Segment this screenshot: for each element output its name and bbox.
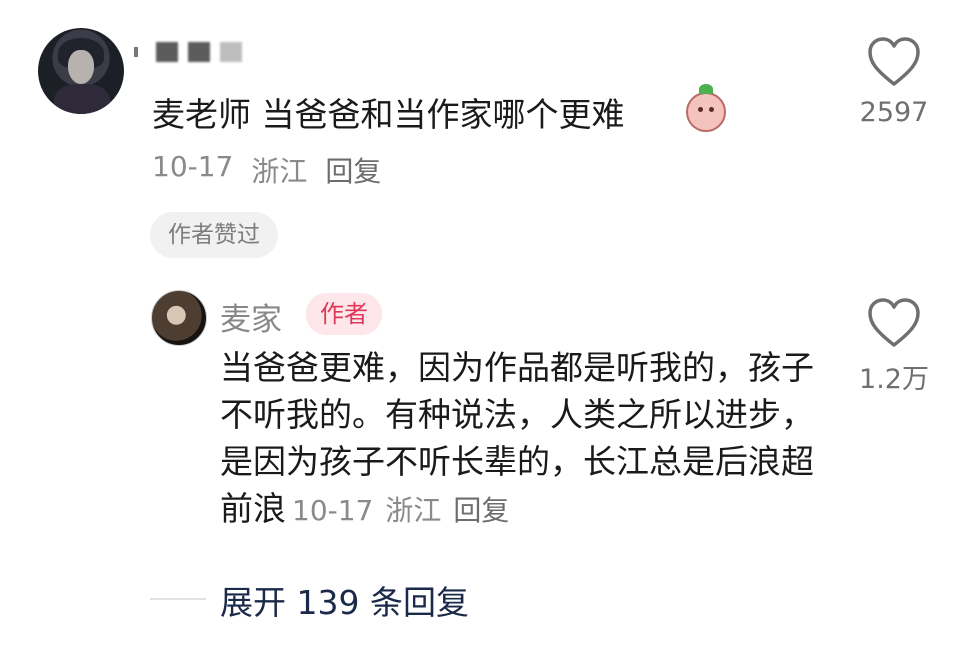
comment-location: 浙江	[251, 155, 308, 188]
author-avatar[interactable]	[151, 290, 207, 346]
comment-meta: 10-17 浙江 回复	[152, 150, 381, 190]
expand-divider	[150, 598, 206, 600]
author-tag-badge: 作者	[306, 293, 382, 335]
peach-emoji-icon	[686, 84, 726, 132]
heart-icon[interactable]	[866, 36, 922, 88]
reply-location: 浙江	[385, 494, 442, 527]
commenter-avatar[interactable]	[38, 28, 124, 114]
expand-replies-button[interactable]: 展开 139 条回复	[220, 576, 469, 624]
comment-like-count: 2597	[859, 97, 929, 128]
reply-content: 当爸爸更难，因为作品都是听我的，孩子不听我的。有种说法，人类之所以进步，是因为孩…	[220, 344, 840, 534]
heart-icon[interactable]	[866, 297, 922, 349]
comment-date: 10-17	[152, 150, 234, 183]
comment-text: 麦老师 当爸爸和当作家哪个更难	[152, 95, 625, 134]
reply-date: 10-17	[292, 494, 374, 527]
reply-like-count: 1.2万	[859, 364, 929, 395]
comment-reply-button[interactable]: 回复	[325, 150, 381, 190]
commenter-name-masked	[134, 40, 242, 64]
reply-meta: 10-17 浙江 回复	[292, 494, 509, 527]
reply-author-name[interactable]: 麦家	[220, 294, 282, 339]
author-liked-badge: 作者赞过	[150, 212, 278, 258]
reply-reply-button[interactable]: 回复	[453, 494, 509, 527]
